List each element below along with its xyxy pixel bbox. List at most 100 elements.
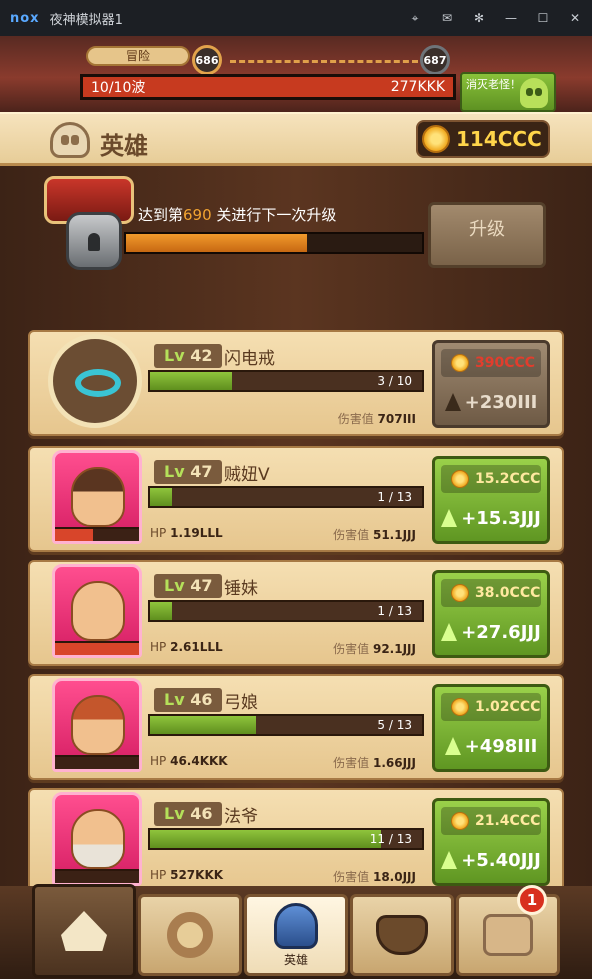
hero-hp-bar bbox=[55, 527, 139, 541]
level-value: 47 bbox=[190, 576, 213, 595]
close-icon[interactable]: ✕ bbox=[568, 11, 582, 26]
nav-cauldron[interactable] bbox=[350, 894, 454, 976]
wave-bar: 10/10波 277KKK bbox=[80, 74, 456, 100]
level-progress-fill bbox=[150, 602, 172, 620]
hero-name: 闪电戒 bbox=[224, 349, 275, 369]
hero-hp-fill bbox=[55, 643, 139, 655]
level-up-button[interactable]: 15.2CCC +15.3JJJ bbox=[432, 456, 550, 544]
cost-value: 390CCC bbox=[475, 355, 536, 371]
level-label: Lv bbox=[164, 462, 185, 481]
maximize-icon[interactable]: ☐ bbox=[536, 11, 550, 26]
hero-face-icon bbox=[71, 809, 125, 869]
hero-hp-bar bbox=[55, 641, 139, 655]
boss-button-label: 消灭老怪！ bbox=[466, 78, 521, 91]
hero-portrait[interactable] bbox=[52, 450, 142, 544]
coin-icon bbox=[451, 698, 469, 716]
damage-value: 1.66JJJ bbox=[372, 756, 416, 770]
level-progress: 11 / 13 bbox=[148, 828, 424, 850]
progress-count: 3 / 10 bbox=[377, 374, 412, 388]
skull-icon bbox=[520, 78, 548, 108]
coin-icon bbox=[422, 125, 450, 153]
nav-chest[interactable]: 1 bbox=[456, 885, 560, 976]
level-up-button[interactable]: 390CCC +230III bbox=[432, 340, 550, 428]
damage-stat: 伤害值 18.0JJJ bbox=[333, 868, 416, 885]
cost-box: 38.0CCC bbox=[441, 579, 541, 607]
gain-value: +27.6JJJ bbox=[441, 613, 541, 651]
level-progress: 1 / 13 bbox=[148, 486, 424, 508]
level-progress-fill bbox=[150, 372, 232, 390]
hp-stat: HP 1.19LLL bbox=[150, 526, 223, 540]
upgrade-button[interactable]: 升级 bbox=[428, 202, 546, 268]
level-badge: Lv 47 bbox=[154, 460, 223, 484]
level-progress-fill bbox=[150, 488, 172, 506]
hero-hp-bar bbox=[55, 869, 139, 883]
hero-portrait[interactable] bbox=[52, 678, 142, 772]
notification-badge: 1 bbox=[517, 885, 547, 915]
coin-icon bbox=[451, 812, 469, 830]
hero-card[interactable]: Lv 47 贼妞V 1 / 13 HP 1.19LLL 伤害值 51.1JJJ 15.2C… bbox=[28, 446, 564, 552]
mode-tag[interactable]: 冒险 bbox=[86, 46, 190, 66]
artifact-portrait[interactable] bbox=[48, 334, 142, 428]
hp-stat: HP 527KKK bbox=[150, 868, 223, 882]
level-value: 46 bbox=[190, 690, 213, 709]
unlock-panel: 达到第690 关进行下一次升级 升级 bbox=[44, 176, 554, 286]
damage-label: 伤害值 bbox=[337, 412, 374, 426]
artifact-card[interactable]: Lv 42 闪电戒 3 / 10 伤害值 707III 390CCC +230III bbox=[28, 330, 564, 436]
cost-box: 15.2CCC bbox=[441, 465, 541, 493]
enemy-hp: 277KKK bbox=[390, 79, 445, 95]
wave-count: 10/10波 bbox=[91, 80, 146, 96]
next-level-node: 687 bbox=[420, 45, 450, 75]
current-level-node: 686 bbox=[192, 45, 222, 75]
hero-portrait[interactable] bbox=[52, 564, 142, 658]
hp-value: 527KKK bbox=[170, 868, 224, 882]
hp-label: HP bbox=[150, 868, 167, 882]
unlock-hint-suffix: 关进行下一次升级 bbox=[211, 206, 337, 224]
level-value: 47 bbox=[190, 462, 213, 481]
hero-face-icon bbox=[71, 467, 125, 527]
hero-card[interactable]: Lv 46 弓娘 5 / 13 HP 46.4KKK 伤害值 1.66JJJ 1.02CC… bbox=[28, 674, 564, 780]
level-progress-fill bbox=[150, 716, 257, 734]
level-up-button[interactable]: 38.0CCC +27.6JJJ bbox=[432, 570, 550, 658]
cost-value: 21.4CCC bbox=[475, 813, 541, 829]
progress-count: 11 / 13 bbox=[369, 832, 412, 846]
hero-hp-fill bbox=[55, 529, 93, 541]
minimize-icon[interactable]: — bbox=[504, 11, 518, 26]
hero-name: 弓娘 bbox=[224, 693, 258, 713]
cost-value: 38.0CCC bbox=[475, 585, 541, 601]
gain-value: +230III bbox=[441, 383, 541, 421]
gear-icon bbox=[167, 912, 213, 958]
hero-list[interactable]: 达到第690 关进行下一次升级 升级 Lv 42 闪电戒 3 / 10 伤害值 707… bbox=[0, 166, 592, 894]
progress-count: 1 / 13 bbox=[377, 490, 412, 504]
damage-stat: 伤害值 1.66JJJ bbox=[333, 754, 416, 771]
damage-stat: 伤害值 51.1JJJ bbox=[333, 526, 416, 543]
mail-icon[interactable]: ✉ bbox=[440, 11, 454, 26]
window-controls: ⌖ ✉ ✻ — ☐ ✕ bbox=[408, 11, 582, 26]
gold-amount: 114CCC bbox=[456, 127, 542, 151]
knight-helmet-icon bbox=[274, 902, 318, 949]
hero-name: 法爷 bbox=[224, 807, 258, 827]
nav-heroes-label: 英雄 bbox=[283, 952, 308, 967]
unlock-hint-prefix: 达到第 bbox=[138, 206, 184, 224]
nav-home[interactable] bbox=[32, 884, 136, 978]
hero-card[interactable]: Lv 47 锤妹 1 / 13 HP 2.61LLL 伤害值 92.1JJJ 38.0CC… bbox=[28, 560, 564, 666]
gain-value: +498III bbox=[441, 727, 541, 765]
level-up-button[interactable]: 21.4CCC +5.40JJJ bbox=[432, 798, 550, 886]
unlock-hint: 达到第690 关进行下一次升级 bbox=[138, 204, 336, 225]
level-label: Lv bbox=[164, 690, 185, 709]
hero-portrait[interactable] bbox=[52, 792, 142, 886]
nav-heroes[interactable]: 英雄 bbox=[244, 894, 348, 976]
nav-equipment[interactable] bbox=[138, 894, 242, 976]
hero-name: 贼妞V bbox=[224, 465, 270, 485]
level-up-button[interactable]: 1.02CCC +498III bbox=[432, 684, 550, 772]
pin-icon[interactable]: ⌖ bbox=[408, 11, 422, 26]
hp-label: HP bbox=[150, 526, 167, 540]
chest-icon bbox=[483, 914, 533, 956]
coin-icon bbox=[451, 354, 469, 372]
damage-value: 18.0JJJ bbox=[372, 870, 416, 884]
settings-icon[interactable]: ✻ bbox=[472, 11, 486, 26]
hp-label: HP bbox=[150, 754, 167, 768]
hero-card[interactable]: Lv 46 法爷 11 / 13 HP 527KKK 伤害值 18.0JJJ 21.4CC… bbox=[28, 788, 564, 894]
fight-boss-button[interactable]: 消灭老怪！ bbox=[460, 72, 556, 112]
battle-status-bar: 冒险 686 687 10/10波 277KKK 消灭老怪！ bbox=[0, 36, 592, 112]
hp-value: 46.4KKK bbox=[170, 754, 228, 768]
